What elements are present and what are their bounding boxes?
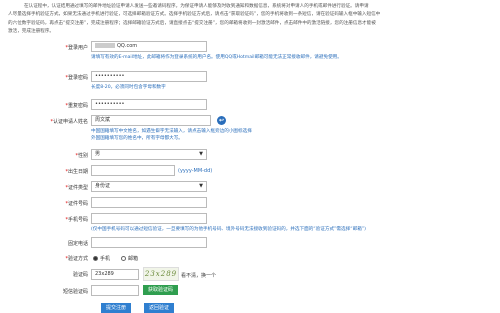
chevron-down-icon: ▼: [199, 183, 203, 189]
id-type-select[interactable]: 身份证 ▼: [91, 181, 207, 192]
label-verify-method: *验证方式: [65, 256, 88, 262]
login-user-hint: 请填写有效的E-mail地址，此邮箱将作为登录系统的用户名。使用QQ或Hotma…: [91, 55, 342, 60]
label-gender: *性别: [75, 153, 88, 159]
captcha-refresh-link[interactable]: 看不清，换一个: [181, 272, 216, 279]
gender-select[interactable]: 男 ▼: [91, 149, 207, 160]
intro-line-4: 激活，完成注册程序。: [8, 29, 54, 35]
radio-selected-icon: [93, 256, 98, 261]
verify-radio-mobile[interactable]: 手机: [93, 255, 110, 262]
label-login-user: *登录用户: [65, 45, 88, 51]
applicant-name-input[interactable]: 周文斌: [91, 115, 211, 126]
applicant-name-hint-1: 中国国籍填写中文姓名，如遇生僻字无法输入，请点击输入框旁边的小图标选择: [91, 129, 252, 134]
registration-page: 在认证程中，认证结用通过填写的邮件地址验证申请人发送一些邀请码程序。为保证申请人…: [0, 0, 500, 313]
id-number-input[interactable]: [91, 197, 207, 208]
intro-line-3: 的六位数字验证码，再点击“提交注册”，完成注册程序；选择邮箱验证方式后，请直接点…: [8, 20, 376, 26]
label-confirm-password: *重复密码: [65, 103, 88, 109]
label-applicant-name: *认证申请人姓名: [50, 119, 88, 125]
mobile-input[interactable]: [91, 213, 207, 224]
label-id-type: *证件类型: [65, 185, 88, 191]
label-password: *登录密码: [65, 75, 88, 81]
character-picker-icon[interactable]: ↩: [217, 116, 226, 125]
label-phone: 固定电话: [67, 241, 88, 247]
birth-date-format: (yyyy-MM-dd): [178, 168, 213, 174]
password-hint: 长度8-20，必须同时包含字母和数字: [91, 85, 166, 90]
intro-line-1: 在认证程中，认证结用通过填写的邮件地址验证申请人发送一些邀请码程序。为保证申请人…: [24, 4, 369, 9]
password-input[interactable]: ••••••••••: [91, 71, 207, 82]
captcha-input[interactable]: 23x289: [91, 269, 139, 280]
captcha-image[interactable]: 23x289: [143, 267, 179, 281]
label-mobile: *手机号码: [65, 217, 88, 223]
confirm-password-input[interactable]: ••••••••••: [91, 99, 207, 110]
phone-input[interactable]: [91, 237, 207, 248]
label-captcha: 验证码: [72, 272, 88, 278]
login-user-input[interactable]: QQ.com: [91, 41, 207, 52]
get-sms-code-button[interactable]: 获取验证码: [143, 285, 179, 295]
birth-date-input[interactable]: [91, 165, 175, 176]
radio-unselected-icon: [121, 256, 126, 261]
chevron-down-icon: ▼: [199, 151, 203, 157]
applicant-name-hint-2: 外国国籍填写您的姓名中，所有字母都大写。: [91, 136, 183, 141]
sms-code-input[interactable]: [91, 285, 139, 296]
mobile-hint: (仅中国手机号码可以通过短信验证，一旦要填写的为他手机号码、境外号码无法接收到验…: [91, 227, 366, 232]
intro-text: 在认证程中，认证结用通过填写的邮件地址验证申请人发送一些邀请码程序。为保证申请人…: [8, 3, 492, 37]
intro-line-2: 人尽量选择手机验证方式，如果无法通过手机进行验证，可选择邮箱验证方式。选择手机验…: [8, 12, 381, 18]
label-id-number: *证件号码: [65, 201, 88, 207]
label-birth-date: *出生日期: [65, 169, 88, 175]
verify-radio-email[interactable]: 邮箱: [121, 255, 138, 262]
label-sms-code: 短信验证码: [62, 289, 88, 295]
